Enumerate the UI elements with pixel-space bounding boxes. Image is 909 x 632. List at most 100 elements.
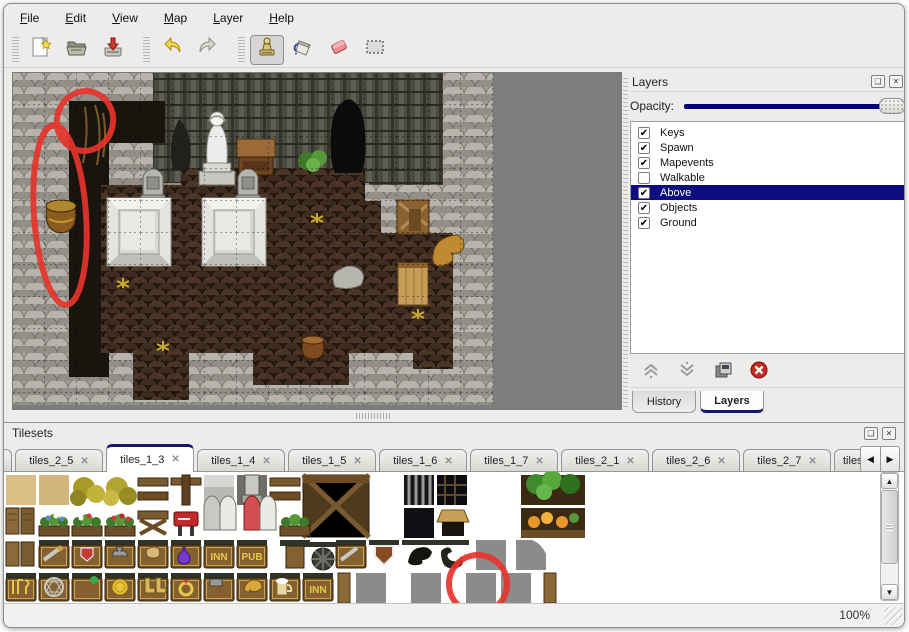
scroll-up-button[interactable]: ▲ [881, 473, 898, 489]
opacity-label: Opacity: [630, 99, 674, 113]
new-file-icon [29, 35, 53, 64]
tileset-tab[interactable]: tiles_1_6✕ [379, 449, 467, 472]
tab-label: tiles_2_5 [29, 455, 73, 467]
scroll-tabs-left-button[interactable]: ◀ [860, 446, 880, 472]
toolbar-grip[interactable] [143, 37, 150, 63]
tileset-tab[interactable]: tiles_1_5 ✕ [288, 449, 376, 472]
menu-map[interactable]: Map [158, 9, 193, 29]
menu-help[interactable]: Help [263, 9, 300, 29]
tab-layers[interactable]: Layers [700, 391, 764, 413]
tab-close-icon[interactable]: ✕ [626, 456, 634, 467]
tileset-tabbar: tiles_2_5 ✕ tiles_1_3 ✕ tiles_1_4✕ tiles_1… [4, 444, 860, 472]
fill-tool-button[interactable] [286, 35, 320, 65]
splitter-grip[interactable] [356, 413, 390, 419]
layer-row-spawn[interactable]: ✔Spawn [631, 140, 904, 155]
tab-label: tiles_1_7 [484, 455, 528, 467]
duplicate-layer-button[interactable] [712, 362, 734, 384]
tilesets-titlebar: Tilesets ❏ ✕ [4, 423, 904, 443]
undo-button[interactable] [155, 35, 189, 65]
layer-checkbox[interactable]: ✔ [638, 217, 650, 229]
stamp-tool-icon [255, 35, 279, 64]
layer-row-above[interactable]: ✔ Above [631, 185, 904, 200]
tab-close-icon[interactable]: ✕ [171, 454, 179, 465]
save-map-button[interactable] [96, 35, 130, 65]
layer-row-walkable[interactable]: Walkable [631, 170, 904, 185]
tileset-tab[interactable]: tiles_1_7 ✕ [470, 449, 558, 472]
open-folder-icon [65, 35, 89, 64]
tab-label: tiles_1_3 [120, 454, 164, 466]
inn-sign-text: INN [309, 585, 326, 596]
scroll-down-button[interactable]: ▼ [881, 584, 898, 600]
new-map-button[interactable] [24, 35, 58, 65]
layer-row-ground[interactable]: ✔ Ground [631, 215, 904, 230]
layer-row-keys[interactable]: ✔Keys [631, 125, 904, 140]
scroll-tabs-right-button[interactable]: ▶ [880, 446, 900, 472]
redo-arrow-icon [196, 35, 220, 64]
toolbar-grip[interactable] [238, 37, 245, 63]
tileset-canvas[interactable]: INN PUB INN [4, 471, 904, 603]
float-panel-icon[interactable]: ❏ [871, 75, 885, 88]
tab-label: tiles_2_7 [757, 455, 801, 467]
layer-checkbox[interactable] [638, 172, 650, 184]
dock-tabs: History Layers [630, 391, 905, 413]
opacity-slider[interactable] [684, 104, 903, 109]
tileset-tab[interactable]: tiles_2_7 ✕ [743, 449, 831, 472]
tab-close-icon[interactable]: ✕ [262, 456, 270, 467]
lower-layer-button[interactable] [676, 362, 698, 384]
layer-label: Walkable [660, 172, 705, 184]
tab-close-icon[interactable]: ✕ [444, 456, 452, 467]
menu-edit[interactable]: Edit [59, 9, 92, 29]
layer-checkbox[interactable]: ✔ [638, 187, 650, 199]
raise-layer-button[interactable] [640, 362, 662, 384]
tab-close-icon[interactable]: ✕ [808, 456, 816, 467]
tileset-tab-partial[interactable] [4, 449, 12, 472]
tab-label: tiles_1_5 [302, 455, 346, 467]
tileset-tab[interactable]: tiles_2_5 ✕ [15, 449, 103, 472]
eraser-tool-button[interactable] [322, 35, 356, 65]
layer-label: Mapevents [660, 157, 714, 169]
fill-bucket-icon [291, 35, 315, 64]
tilesets-title: Tilesets [12, 426, 53, 440]
tab-close-icon[interactable]: ✕ [353, 456, 361, 467]
opacity-slider-handle[interactable] [879, 98, 905, 114]
tilesets-panel: Tilesets ❏ ✕ tiles_2_5 ✕ tiles_1_3 ✕ tiles… [4, 422, 904, 603]
toolbar-grip[interactable] [12, 37, 19, 63]
layer-checkbox[interactable]: ✔ [638, 202, 650, 214]
close-panel-icon[interactable]: ✕ [882, 427, 896, 440]
layer-label: Ground [660, 217, 697, 229]
menu-view[interactable]: View [106, 9, 144, 29]
tileset-tab[interactable]: tiles_ [834, 449, 860, 472]
tab-history[interactable]: History [632, 391, 696, 413]
layer-checkbox[interactable]: ✔ [638, 142, 650, 154]
pub-sign-text: PUB [241, 552, 262, 563]
tab-close-icon[interactable]: ✕ [80, 456, 88, 467]
tileset-tab[interactable]: tiles_2_1✕ [561, 449, 649, 472]
map-canvas[interactable] [12, 72, 622, 410]
menu-layer[interactable]: Layer [207, 9, 249, 29]
tab-close-icon[interactable]: ✕ [535, 456, 543, 467]
menu-file[interactable]: File [14, 9, 45, 29]
redo-button[interactable] [191, 35, 225, 65]
tileset-tab-active[interactable]: tiles_1_3 ✕ [106, 444, 194, 472]
tileset-tab[interactable]: tiles_2_6✕ [652, 449, 740, 472]
tileset-scrollbar[interactable]: ▲ ▼ [880, 472, 899, 601]
layers-panel-grip[interactable] [623, 78, 628, 408]
layer-row-objects[interactable]: ✔Objects [631, 200, 904, 215]
select-tool-button[interactable] [358, 35, 392, 65]
open-map-button[interactable] [60, 35, 94, 65]
tileset-tab[interactable]: tiles_1_4✕ [197, 449, 285, 472]
tab-close-icon[interactable]: ✕ [717, 456, 725, 467]
layer-checkbox[interactable]: ✔ [638, 157, 650, 169]
layer-label: Above [660, 187, 691, 199]
close-panel-icon[interactable]: ✕ [889, 75, 903, 88]
float-panel-icon[interactable]: ❏ [864, 427, 878, 440]
delete-layer-button[interactable] [748, 362, 770, 384]
map-render [13, 73, 493, 405]
stamp-tool-button[interactable] [250, 35, 284, 65]
layer-row-mapevents[interactable]: ✔ Mapevents [631, 155, 904, 170]
menubar: File Edit View Map Layer Help [14, 9, 300, 29]
layer-checkbox[interactable]: ✔ [638, 127, 650, 139]
scrollbar-thumb[interactable] [881, 490, 898, 564]
undo-arrow-icon [160, 35, 184, 64]
resize-grip[interactable] [884, 607, 902, 625]
